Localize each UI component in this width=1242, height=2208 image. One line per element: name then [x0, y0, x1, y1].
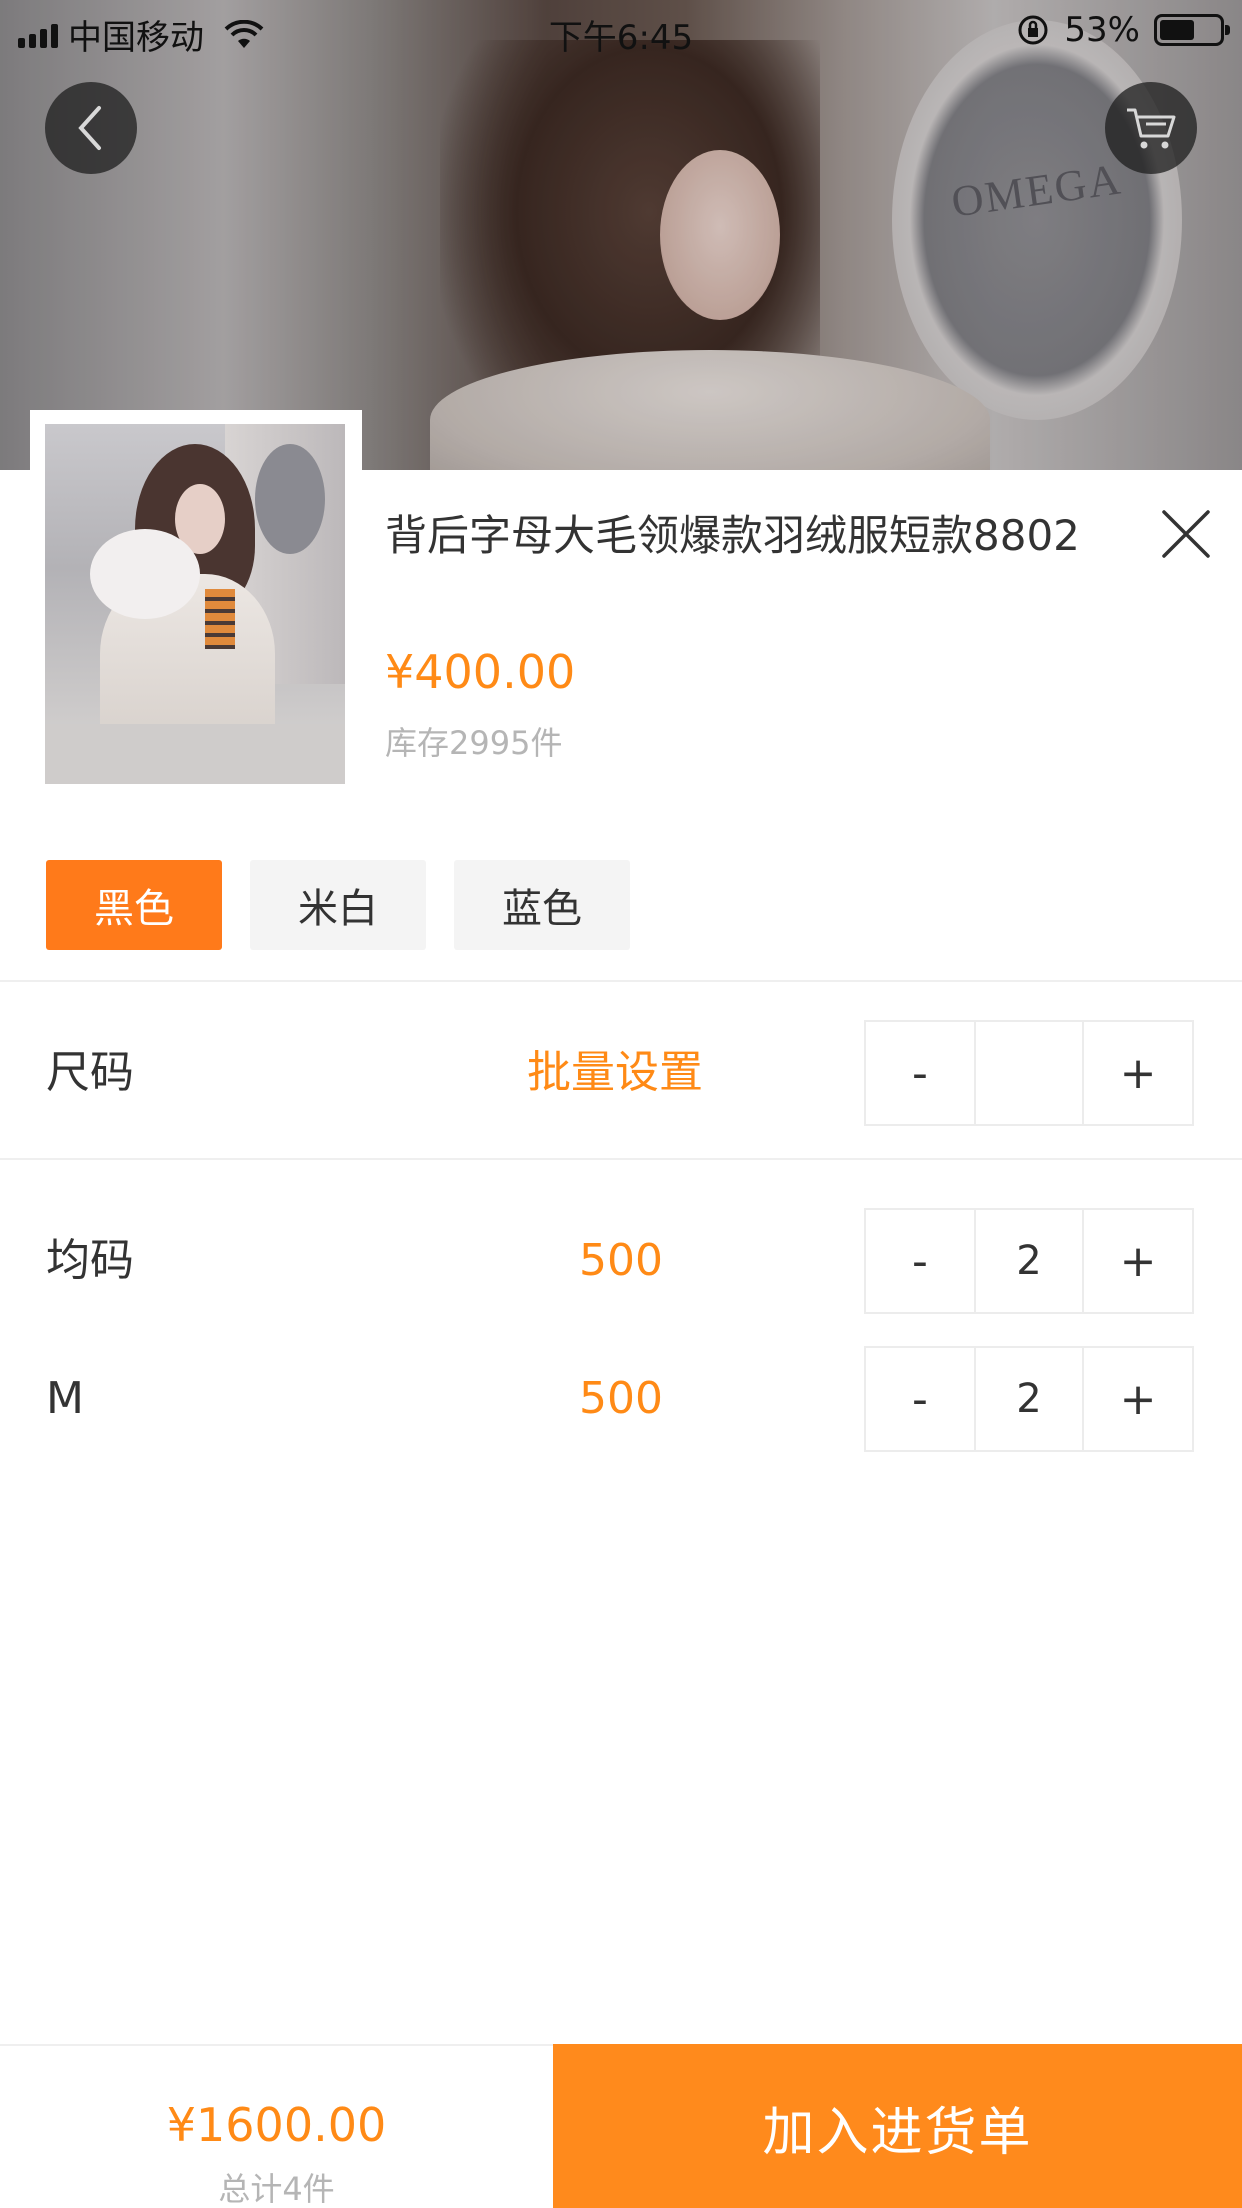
product-stock: 库存2995件: [385, 724, 563, 762]
quantity-stepper: - 2 +: [864, 1208, 1194, 1314]
size-row: 均码 500 - 2 +: [0, 1206, 1242, 1316]
quantity-stepper: - 2 +: [864, 1346, 1194, 1452]
total-price: ¥1600.00: [166, 2098, 387, 2152]
back-button[interactable]: [45, 82, 137, 174]
close-icon: [1162, 510, 1210, 558]
minus-button[interactable]: -: [866, 1210, 974, 1312]
batch-plus-button[interactable]: +: [1084, 1022, 1192, 1124]
size-header-row: 尺码 批量设置 - +: [0, 1018, 1242, 1128]
thumb-stripe: [205, 589, 235, 649]
rotation-lock-icon: [1018, 15, 1048, 45]
total-summary: ¥1600.00 总计4件: [0, 2046, 553, 2208]
thumb-fur: [90, 529, 200, 619]
thumb-oval: [255, 444, 325, 554]
quantity-input[interactable]: 2: [974, 1210, 1084, 1312]
bottom-bar: ¥1600.00 总计4件 加入进货单: [0, 2044, 1242, 2208]
quantity-input[interactable]: 2: [974, 1348, 1084, 1450]
product-hero-image: OMEGA: [0, 0, 1242, 470]
close-button[interactable]: [1158, 506, 1214, 562]
color-option-offwhite[interactable]: 米白: [250, 860, 426, 950]
batch-minus-button[interactable]: -: [866, 1022, 974, 1124]
status-bar: 中国移动 下午6:45 53%: [0, 0, 1242, 64]
divider: [0, 1158, 1242, 1160]
cart-button[interactable]: [1105, 82, 1197, 174]
status-right: 53%: [1016, 10, 1230, 50]
cart-icon: [1127, 108, 1176, 149]
battery-icon: [1154, 14, 1230, 46]
thumb-ground: [45, 724, 345, 784]
product-price: ¥400.00: [385, 645, 576, 699]
divider: [0, 980, 1242, 982]
color-option-black[interactable]: 黑色: [46, 860, 222, 950]
product-title: 背后字母大毛领爆款羽绒服短款8802: [385, 511, 1080, 560]
minus-button[interactable]: -: [866, 1348, 974, 1450]
product-thumbnail[interactable]: [45, 424, 345, 784]
plus-button[interactable]: +: [1084, 1210, 1192, 1312]
hero-overlay: [0, 0, 1242, 470]
batch-quantity-input[interactable]: [974, 1022, 1084, 1124]
product-thumbnail-frame: [30, 410, 362, 792]
color-options: 黑色 米白 蓝色: [46, 860, 630, 950]
total-count: 总计4件: [218, 2170, 335, 2208]
add-to-purchase-list-button[interactable]: 加入进货单: [553, 2044, 1242, 2208]
size-row: M 500 - 2 +: [0, 1344, 1242, 1454]
plus-button[interactable]: +: [1084, 1348, 1192, 1450]
battery-percent: 53%: [1064, 10, 1140, 50]
batch-quantity-stepper: - +: [864, 1020, 1194, 1126]
color-option-blue[interactable]: 蓝色: [454, 860, 630, 950]
chevron-left-icon: [78, 106, 101, 150]
